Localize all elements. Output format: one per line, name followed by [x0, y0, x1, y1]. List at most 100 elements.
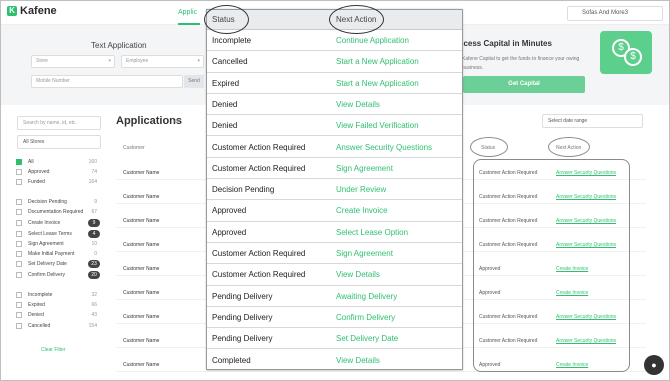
filter-item[interactable]: Funded 164: [16, 177, 102, 187]
text-application-title: Text Application: [91, 41, 147, 50]
reference-row-status: Pending Delivery: [212, 334, 273, 344]
filter-checkbox[interactable]: [16, 199, 22, 205]
date-range-placeholder: Select date range: [548, 118, 588, 124]
brand-logo[interactable]: K Kafene: [7, 5, 57, 17]
filter-item[interactable]: Cancelled 154: [16, 321, 102, 331]
reference-table-row: Pending Delivery Awaiting Delivery: [207, 286, 462, 307]
reference-row-status: Approved: [212, 227, 247, 237]
reference-row-action-link[interactable]: Start a New Application: [336, 79, 419, 88]
capital-illustration: $ $: [600, 31, 652, 74]
get-capital-label: Get Capital: [508, 81, 540, 87]
filter-item[interactable]: Set Delivery Date 23: [16, 259, 102, 269]
reference-row-action-link[interactable]: Sign Agreement: [336, 249, 393, 258]
filter-checkbox[interactable]: [16, 241, 22, 247]
store-select-placeholder: Store: [36, 58, 48, 64]
filter-label: Documentation Required: [28, 209, 84, 215]
filter-count: 160: [88, 159, 97, 165]
filter-checkbox[interactable]: [16, 159, 22, 165]
store-selector[interactable]: Sofas And More3: [567, 6, 663, 21]
reference-table-row: Customer Action Required Sign Agreement: [207, 158, 462, 180]
reference-table-row: Pending Delivery Set Delivery Date: [207, 328, 462, 350]
filter-label: Select Lease Terms: [28, 231, 72, 237]
filter-label: Sign Agreement: [28, 241, 64, 247]
filter-checkbox[interactable]: [16, 169, 22, 175]
reference-row-action-link[interactable]: Set Delivery Date: [336, 334, 398, 343]
brand-name: Kafene: [20, 5, 57, 17]
filter-checkbox[interactable]: [16, 292, 22, 298]
reference-row-action-link[interactable]: View Failed Verification: [336, 121, 419, 130]
filter-checkbox[interactable]: [16, 231, 22, 237]
table-row-customer[interactable]: Customer Name: [123, 218, 159, 224]
filter-checkbox[interactable]: [16, 220, 22, 226]
filter-item[interactable]: Approved 74: [16, 167, 102, 177]
filter-label: Denied: [28, 312, 44, 318]
nav-applications-tab[interactable]: Applic: [178, 9, 197, 16]
reference-row-action-link[interactable]: View Details: [336, 100, 380, 109]
filter-checkbox[interactable]: [16, 312, 22, 318]
filter-item[interactable]: Confirm Delivery 20: [16, 270, 102, 280]
reference-row-action-link[interactable]: Answer Security Questions: [336, 143, 432, 152]
filter-label: Cancelled: [28, 323, 51, 329]
date-range-picker[interactable]: Select date range: [542, 114, 643, 128]
filter-item[interactable]: Expired 66: [16, 300, 102, 310]
reference-row-action-link[interactable]: Create Invoice: [336, 206, 388, 215]
filter-checkbox[interactable]: [16, 272, 22, 278]
filter-count: 10: [91, 241, 97, 247]
table-row-customer[interactable]: Customer Name: [123, 194, 159, 200]
chat-icon[interactable]: ●: [644, 355, 664, 375]
reference-row-action-link[interactable]: Awaiting Delivery: [336, 292, 397, 301]
reference-row-action-link[interactable]: View Details: [336, 356, 380, 365]
reference-row-action-link[interactable]: Sign Agreement: [336, 164, 393, 173]
filter-item[interactable]: Make Initial Payment 0: [16, 249, 102, 259]
reference-row-action-link[interactable]: Select Lease Option: [336, 228, 408, 237]
filter-item[interactable]: Denied 43: [16, 310, 102, 320]
reference-row-action-link[interactable]: Start a New Application: [336, 57, 419, 66]
reference-table-row: Approved Select Lease Option: [207, 222, 462, 243]
filter-item[interactable]: All 160: [16, 157, 102, 167]
filter-item[interactable]: Documentation Required 67: [16, 207, 102, 217]
filter-item[interactable]: Select Lease Terms 4: [16, 229, 102, 239]
reference-row-action-link[interactable]: Under Review: [336, 185, 386, 194]
filter-count: 9: [88, 219, 100, 227]
filter-label: Set Delivery Date: [28, 261, 67, 267]
table-row-customer[interactable]: Customer Name: [123, 338, 159, 344]
kafene-logo-icon: K: [7, 6, 17, 16]
capital-title: ccess Capital in Minutes: [459, 39, 552, 48]
reference-table-row: Incomplete Continue Application: [207, 30, 462, 52]
table-row-customer[interactable]: Customer Name: [123, 290, 159, 296]
get-capital-button[interactable]: Get Capital: [463, 76, 585, 93]
filter-count: 164: [88, 179, 97, 185]
filter-checkbox[interactable]: [16, 302, 22, 308]
reference-table-row: Pending Delivery Confirm Delivery: [207, 307, 462, 329]
search-input[interactable]: Search by name, id, etc.: [17, 116, 101, 130]
all-stores-select[interactable]: All Stores: [17, 135, 101, 149]
filter-checkbox[interactable]: [16, 261, 22, 267]
reference-row-status: Pending Delivery: [212, 291, 273, 301]
table-row-customer[interactable]: Customer Name: [123, 314, 159, 320]
table-row-customer[interactable]: Customer Name: [123, 242, 159, 248]
filter-item[interactable]: Sign Agreement 10: [16, 239, 102, 249]
table-row-customer[interactable]: Customer Name: [123, 170, 159, 176]
mobile-number-input[interactable]: Mobile Number: [31, 75, 183, 88]
send-button[interactable]: Send: [184, 75, 204, 88]
filter-checkbox[interactable]: [16, 251, 22, 257]
filter-count: 9: [94, 199, 97, 205]
table-row-customer[interactable]: Customer Name: [123, 362, 159, 368]
filter-checkbox[interactable]: [16, 179, 22, 185]
clear-filter-button[interactable]: Clear Filter: [41, 347, 65, 353]
reference-row-action-link[interactable]: Confirm Delivery: [336, 313, 395, 322]
filter-item[interactable]: Incomplete 32: [16, 290, 102, 300]
filter-checkbox[interactable]: [16, 323, 22, 329]
reference-row-status: Customer Action Required: [212, 142, 306, 152]
filter-count: 23: [88, 260, 100, 268]
filter-item[interactable]: Create Invoice 9: [16, 218, 102, 228]
reference-row-action-link[interactable]: View Details: [336, 270, 380, 279]
filter-item[interactable]: Decision Pending 9: [16, 197, 102, 207]
reference-row-status: Decision Pending: [212, 185, 275, 195]
customer-column-header[interactable]: Customer: [123, 145, 145, 151]
table-row-customer[interactable]: Customer Name: [123, 266, 159, 272]
employee-select[interactable]: Employee ▾: [121, 55, 204, 68]
store-select[interactable]: Store ▾: [31, 55, 115, 68]
filter-checkbox[interactable]: [16, 209, 22, 215]
reference-row-action-link[interactable]: Continue Application: [336, 36, 409, 45]
